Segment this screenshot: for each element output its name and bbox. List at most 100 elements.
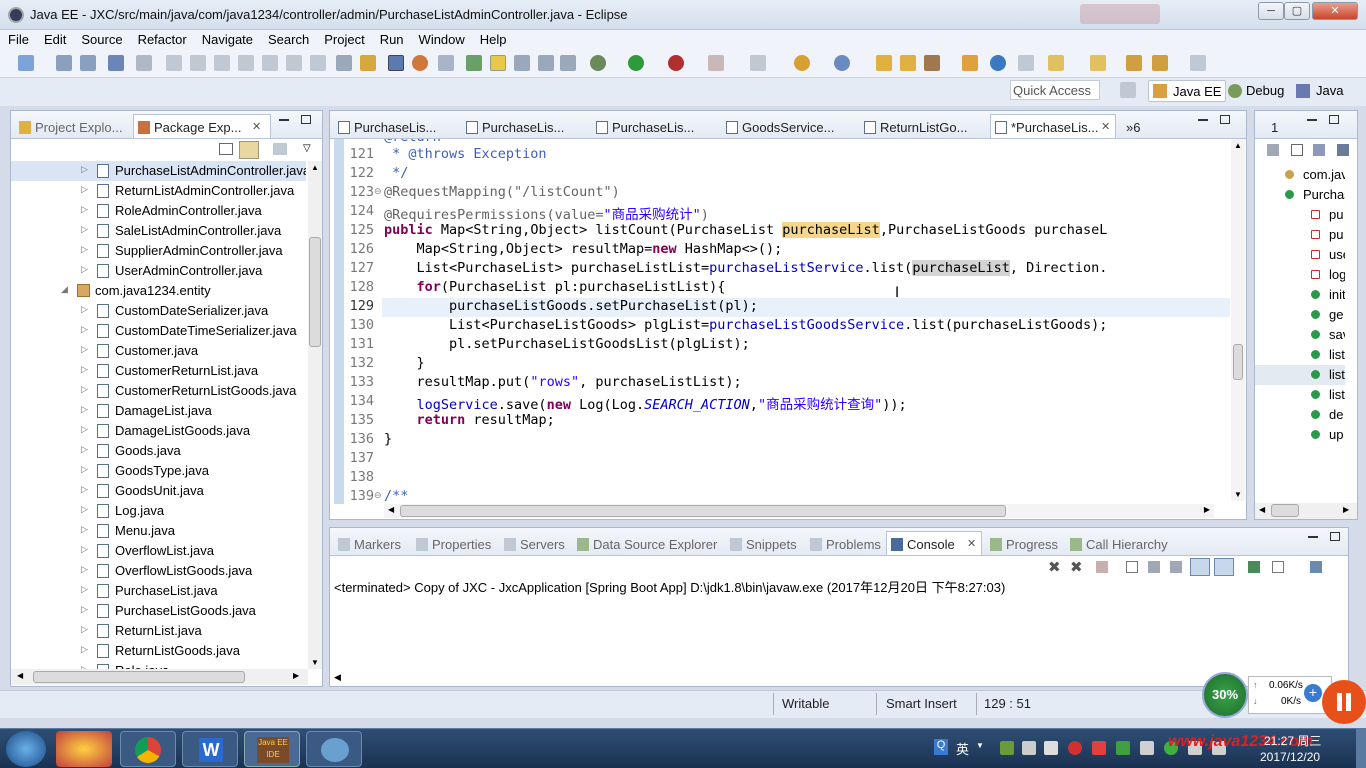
debug-icon[interactable] bbox=[590, 55, 606, 71]
step-into-icon[interactable] bbox=[262, 55, 278, 71]
tree-item[interactable]: ▷ GoodsType.java bbox=[11, 461, 306, 481]
record-pause-icon[interactable] bbox=[1322, 680, 1366, 724]
fold-toggle-icon[interactable]: ⊖ bbox=[374, 490, 382, 501]
scroll-thumb[interactable] bbox=[309, 237, 321, 347]
open-console-icon[interactable] bbox=[412, 55, 428, 71]
display-console-icon[interactable] bbox=[1272, 561, 1284, 573]
editor-horizontal-scrollbar[interactable]: ◀ ▶ bbox=[384, 504, 1214, 518]
step-over-icon[interactable] bbox=[286, 55, 302, 71]
hide-fields-icon[interactable] bbox=[1337, 144, 1349, 156]
open-perspective-icon[interactable] bbox=[1120, 82, 1136, 98]
menu-navigate[interactable]: Navigate bbox=[194, 30, 260, 47]
outline-item[interactable]: use bbox=[1255, 245, 1345, 265]
tree-item[interactable]: ▷ ReturnListAdminController.java bbox=[11, 181, 306, 201]
editor-tab-2[interactable]: PurchaseLis... bbox=[462, 115, 582, 139]
open-file-icon[interactable] bbox=[900, 55, 916, 71]
tab-call-hierarchy[interactable]: Call Hierarchy bbox=[1066, 532, 1168, 556]
ime-language[interactable]: 英 bbox=[956, 739, 969, 758]
disconnect-icon[interactable] bbox=[238, 55, 254, 71]
tree-item[interactable]: ▷ PurchaseListAdminController.java bbox=[11, 161, 306, 181]
outline-item[interactable]: de bbox=[1255, 405, 1345, 425]
collapsed-arrow-icon[interactable]: ▷ bbox=[81, 324, 88, 335]
chrome-icon[interactable] bbox=[120, 731, 176, 767]
more-tabs-button[interactable]: »6 bbox=[1122, 115, 1152, 139]
collapsed-arrow-icon[interactable]: ▷ bbox=[81, 204, 88, 215]
editor-tab-1[interactable]: PurchaseLis... bbox=[334, 115, 454, 139]
minimize-editor-icon[interactable] bbox=[1198, 119, 1208, 121]
collapsed-arrow-icon[interactable]: ▷ bbox=[81, 224, 88, 235]
tab-markers[interactable]: Markers bbox=[334, 532, 401, 556]
search-ant-icon[interactable] bbox=[466, 55, 482, 71]
minimize-outline-icon[interactable] bbox=[1307, 119, 1317, 121]
print-icon[interactable] bbox=[108, 55, 124, 71]
clock-time[interactable]: 21:27 周三 bbox=[1264, 732, 1321, 749]
tree-item[interactable]: ▷ CustomerReturnList.java bbox=[11, 361, 306, 381]
maximize-button[interactable]: ▢ bbox=[1284, 2, 1310, 20]
next-annotation-icon[interactable] bbox=[1048, 55, 1064, 71]
terminate-icon[interactable] bbox=[1096, 561, 1108, 573]
scroll-down-icon[interactable]: ▼ bbox=[311, 658, 319, 667]
collapsed-arrow-icon[interactable]: ▷ bbox=[81, 384, 88, 395]
toggle-block-icon[interactable] bbox=[438, 55, 454, 71]
dolphin-app-icon[interactable] bbox=[306, 731, 362, 767]
editor-tab-active[interactable]: *PurchaseLis... ✕ bbox=[990, 114, 1116, 138]
outline-item[interactable]: pu bbox=[1255, 225, 1345, 245]
collapsed-arrow-icon[interactable]: ▷ bbox=[81, 264, 88, 275]
scroll-right-icon[interactable]: ▶ bbox=[1343, 505, 1349, 514]
tree-item[interactable]: ▷ Customer.java bbox=[11, 341, 306, 361]
focus-icon[interactable] bbox=[273, 143, 287, 155]
menu-edit[interactable]: Edit bbox=[36, 30, 73, 47]
collapsed-arrow-icon[interactable]: ▷ bbox=[81, 444, 88, 455]
scroll-up-icon[interactable]: ▲ bbox=[1234, 141, 1242, 150]
collapsed-arrow-icon[interactable]: ▷ bbox=[81, 344, 88, 355]
word-icon[interactable]: W bbox=[182, 731, 238, 767]
h-scroll-thumb[interactable] bbox=[1271, 504, 1299, 517]
editor-tab-3[interactable]: PurchaseLis... bbox=[592, 115, 712, 139]
menu-refactor[interactable]: Refactor bbox=[130, 30, 194, 47]
toggle-mark-icon[interactable] bbox=[388, 55, 404, 71]
collapsed-arrow-icon[interactable]: ▷ bbox=[81, 504, 88, 515]
collapsed-arrow-icon[interactable]: ▷ bbox=[81, 544, 88, 555]
menu-run[interactable]: Run bbox=[372, 30, 411, 47]
close-icon[interactable]: ✕ bbox=[252, 120, 261, 133]
outline-item[interactable]: ge bbox=[1255, 305, 1345, 325]
pilcrow-icon[interactable] bbox=[560, 55, 576, 71]
scroll-left-icon[interactable]: ◀ bbox=[1259, 505, 1265, 514]
maximize-view-icon[interactable] bbox=[301, 115, 311, 124]
skip-breakpoints-icon[interactable] bbox=[136, 55, 152, 71]
tree-item[interactable]: ▷ DamageList.java bbox=[11, 401, 306, 421]
menu-source[interactable]: Source bbox=[73, 30, 129, 47]
collapsed-arrow-icon[interactable]: ▷ bbox=[81, 484, 88, 495]
az-icon[interactable] bbox=[1313, 144, 1325, 156]
server-icon[interactable] bbox=[750, 55, 766, 71]
collapsed-arrow-icon[interactable]: ▷ bbox=[81, 184, 88, 195]
collapsed-arrow-icon[interactable]: ▷ bbox=[81, 604, 88, 615]
memory-widget[interactable]: 30% bbox=[1202, 672, 1248, 718]
tree-item[interactable]: ▷ PurchaseList.java bbox=[11, 581, 306, 601]
security-icon[interactable] bbox=[1068, 741, 1082, 755]
scroll-thumb[interactable] bbox=[1233, 344, 1243, 380]
close-icon[interactable]: ✕ bbox=[967, 537, 976, 550]
minimize-view-icon[interactable] bbox=[279, 119, 289, 121]
collapsed-arrow-icon[interactable]: ▷ bbox=[81, 564, 88, 575]
outline-h-scrollbar[interactable]: ◀ ▶ bbox=[1255, 503, 1357, 519]
tab-package-explorer[interactable]: Package Exp... ✕ bbox=[133, 114, 271, 138]
tree-package[interactable]: ◢ com.java1234.entity bbox=[11, 281, 306, 301]
outline-tab[interactable]: 1 bbox=[1257, 115, 1287, 139]
maximize-outline-icon[interactable] bbox=[1329, 115, 1339, 124]
tree-item[interactable]: ▷ Menu.java bbox=[11, 521, 306, 541]
collapsed-arrow-icon[interactable]: ▷ bbox=[81, 524, 88, 535]
show-on-error-icon[interactable] bbox=[1214, 558, 1234, 576]
new-icon[interactable] bbox=[18, 55, 34, 71]
last-edit-icon[interactable] bbox=[1126, 55, 1142, 71]
tree-item[interactable]: ▷ GoodsUnit.java bbox=[11, 481, 306, 501]
scroll-down-icon[interactable]: ▼ bbox=[1234, 490, 1242, 499]
suspend-icon[interactable] bbox=[190, 55, 206, 71]
outline-item[interactable]: list bbox=[1255, 385, 1345, 405]
collapsed-arrow-icon[interactable]: ▷ bbox=[81, 644, 88, 655]
outline-item[interactable]: sav bbox=[1255, 325, 1345, 345]
tab-problems[interactable]: Problems bbox=[806, 532, 881, 556]
tab-snippets[interactable]: Snippets bbox=[726, 532, 797, 556]
show-desktop-button[interactable] bbox=[1356, 729, 1366, 768]
run-icon[interactable] bbox=[628, 55, 644, 71]
